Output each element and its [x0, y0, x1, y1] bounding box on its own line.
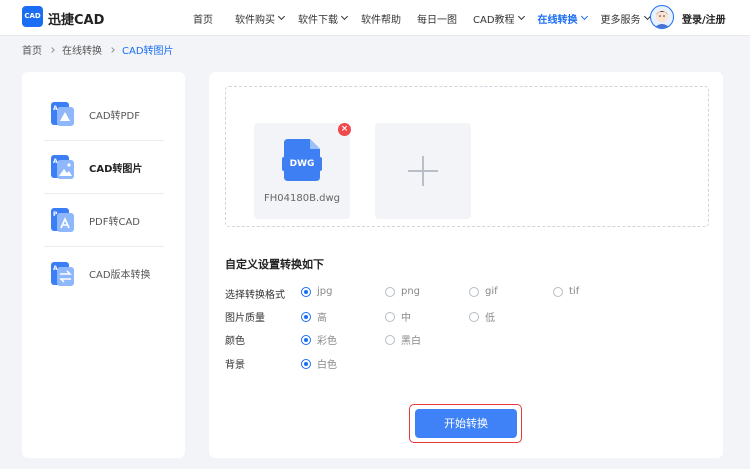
- format-option-gif[interactable]: gif: [469, 286, 498, 297]
- sidebar-item-pdf-to-cad[interactable]: P PDF转CAD: [44, 194, 164, 247]
- chevron-right-icon: [49, 46, 55, 53]
- radio-icon: [553, 286, 563, 297]
- format-option-png[interactable]: png: [385, 286, 420, 297]
- radio-icon: [469, 311, 479, 322]
- top-header: CAD 迅捷CAD 首页 软件购买 软件下载 软件帮助 每日一图 CAD教程 在…: [0, 0, 750, 36]
- sidebar-item-cad-to-image[interactable]: A CAD转图片: [44, 141, 164, 194]
- remove-file-icon[interactable]: ×: [338, 123, 351, 136]
- radio-checked-icon: [301, 286, 311, 297]
- background-label: 背景: [225, 360, 245, 371]
- nav-online-convert[interactable]: 在线转换: [538, 11, 588, 26]
- start-convert-button[interactable]: 开始转换: [415, 409, 517, 438]
- sidebar-item-cad-to-pdf[interactable]: A CAD转PDF: [44, 88, 164, 141]
- upload-dropzone[interactable]: DWG FH04180B.dwg ×: [225, 86, 709, 227]
- breadcrumb-online-convert[interactable]: 在线转换: [62, 42, 102, 57]
- svg-text:A: A: [53, 105, 58, 112]
- sidebar-item-cad-version-convert[interactable]: A CAD版本转换: [44, 247, 164, 300]
- nav-download[interactable]: 软件下载: [298, 11, 349, 26]
- svg-text:P: P: [53, 211, 58, 218]
- chevron-right-icon: [109, 46, 115, 53]
- file-type-badge: DWG: [289, 159, 315, 169]
- chevron-down-icon: [340, 12, 349, 21]
- nav-home[interactable]: 首页: [193, 11, 213, 26]
- user-avatar[interactable]: [650, 5, 674, 29]
- converter-panel: DWG FH04180B.dwg × 自定义设置转换如下 选择转换格式 jpg …: [209, 72, 723, 458]
- svg-text:A: A: [53, 265, 58, 272]
- chevron-down-icon: [517, 12, 525, 21]
- cad-version-convert-icon: A: [49, 261, 75, 287]
- nav-more-services[interactable]: 更多服务: [601, 11, 651, 26]
- breadcrumb-home[interactable]: 首页: [22, 42, 42, 57]
- sidebar-item-label: CAD转图片: [89, 163, 143, 175]
- login-register-link[interactable]: 登录/注册: [682, 11, 726, 26]
- color-label: 颜色: [225, 336, 245, 347]
- cad-to-image-icon: A: [49, 154, 75, 180]
- radio-checked-icon: [301, 334, 311, 345]
- radio-icon: [385, 334, 395, 345]
- dwg-file-icon: DWG: [282, 139, 322, 185]
- sidebar: A CAD转PDF A CAD转图片 P PDF转CAD A CAD版本转换: [22, 72, 185, 458]
- chevron-down-icon: [580, 12, 588, 21]
- quality-label: 图片质量: [225, 313, 265, 324]
- format-option-tif[interactable]: tif: [553, 286, 579, 297]
- nav-daily-image[interactable]: 每日一图: [417, 11, 457, 26]
- main-nav: 首页 软件购买 软件下载 软件帮助 每日一图 CAD教程 在线转换 更多服务: [193, 0, 651, 36]
- svg-text:A: A: [53, 158, 58, 165]
- plus-icon-vertical: [422, 156, 424, 186]
- format-option-jpg[interactable]: jpg: [301, 286, 332, 297]
- radio-checked-icon: [301, 311, 311, 322]
- radio-icon: [385, 286, 395, 297]
- nav-help[interactable]: 软件帮助: [361, 11, 401, 26]
- color-option-bw[interactable]: 黑白: [385, 332, 421, 347]
- quality-option-medium[interactable]: 中: [385, 309, 411, 324]
- sidebar-item-label: PDF转CAD: [89, 216, 141, 228]
- avatar-icon: [654, 10, 670, 28]
- format-label: 选择转换格式: [225, 290, 285, 301]
- nav-buy[interactable]: 软件购买: [235, 11, 286, 26]
- settings-title: 自定义设置转换如下: [225, 258, 324, 271]
- file-name: FH04180B.dwg: [264, 193, 340, 204]
- sidebar-item-label: CAD转PDF: [89, 110, 141, 122]
- quality-option-high[interactable]: 高: [301, 309, 327, 324]
- background-option-white[interactable]: 白色: [301, 356, 337, 371]
- cad-to-pdf-icon: A: [49, 101, 75, 127]
- logo-text[interactable]: 迅捷CAD: [48, 9, 104, 28]
- chevron-down-icon: [277, 12, 286, 21]
- breadcrumb-current: CAD转图片: [122, 46, 174, 57]
- nav-cad-tutorial[interactable]: CAD教程: [473, 11, 525, 26]
- breadcrumb: 首页 在线转换 CAD转图片: [22, 42, 174, 57]
- color-option-color[interactable]: 彩色: [301, 332, 337, 347]
- radio-icon: [469, 286, 479, 297]
- logo-icon[interactable]: CAD: [22, 6, 43, 27]
- sidebar-item-label: CAD版本转换: [89, 270, 151, 281]
- pdf-to-cad-icon: P: [49, 207, 75, 233]
- radio-checked-icon: [301, 358, 311, 369]
- radio-icon: [385, 311, 395, 322]
- quality-option-low[interactable]: 低: [469, 309, 495, 324]
